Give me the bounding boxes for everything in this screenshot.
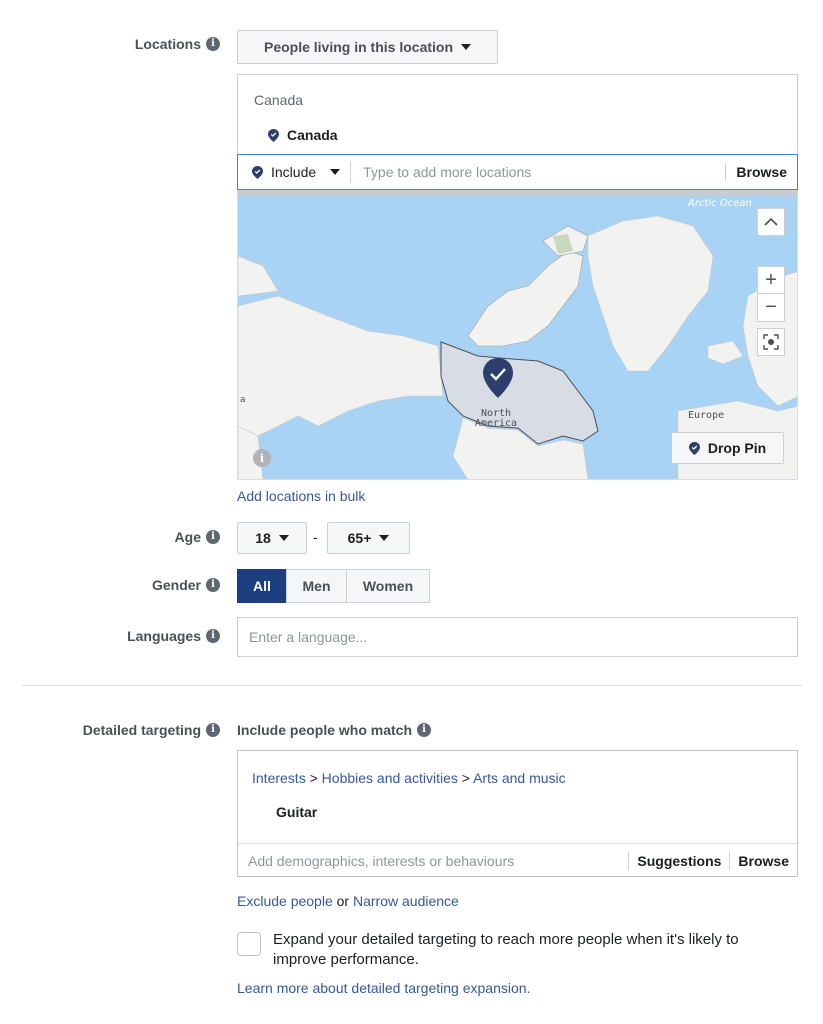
locate-icon <box>763 334 779 350</box>
gender-segmented-control: All Men Women <box>237 569 430 603</box>
info-icon[interactable]: i <box>206 578 220 592</box>
chevron-up-icon <box>764 217 778 226</box>
caret-down-icon <box>330 169 341 175</box>
location-mode-label: People living in this location <box>263 39 454 55</box>
languages-label: Languages i <box>127 628 220 644</box>
map-ocean-label: Arctic Ocean <box>687 198 752 209</box>
plus-icon: + <box>765 268 777 291</box>
expand-targeting-checkbox[interactable] <box>237 932 261 956</box>
browse-locations-button[interactable]: Browse <box>725 163 797 181</box>
age-max-dropdown[interactable]: 65+ <box>327 522 410 554</box>
gender-option-women[interactable]: Women <box>346 569 430 603</box>
add-locations-bulk-link[interactable]: Add locations in bulk <box>237 488 365 504</box>
age-min-value: 18 <box>255 530 271 546</box>
targeting-search-bar: Add demographics, interests or behaviour… <box>238 843 797 877</box>
location-search-input[interactable]: Type to add more locations <box>351 164 725 180</box>
targeting-search-input[interactable]: Add demographics, interests or behaviour… <box>238 853 628 869</box>
location-pin-icon <box>252 165 263 179</box>
include-heading-text: Include people who match <box>237 722 413 738</box>
gender-option-all[interactable]: All <box>237 569 287 603</box>
breadcrumb-hobbies[interactable]: Hobbies and activities <box>322 770 458 786</box>
selected-locations-box: Canada Canada <box>237 74 798 154</box>
learn-more-link[interactable]: Learn more about detailed targeting expa… <box>237 980 530 996</box>
map-locate-button[interactable] <box>757 328 785 356</box>
map-europe-label: Europe <box>688 410 724 421</box>
detailed-targeting-label: Detailed targeting i <box>83 722 220 738</box>
locations-label: Locations i <box>135 36 220 52</box>
location-group-header: Canada <box>254 92 304 108</box>
include-dropdown[interactable]: Include <box>238 161 352 183</box>
map-region-label-line2: America <box>475 418 517 429</box>
location-map[interactable]: North America Europe Arctic Ocean a i + … <box>237 190 798 480</box>
caret-down-icon <box>278 535 289 541</box>
gender-label: Gender i <box>152 577 220 593</box>
info-icon[interactable]: i <box>206 530 220 544</box>
suggestions-button[interactable]: Suggestions <box>628 851 729 870</box>
location-search-bar: Include Type to add more locations Brows… <box>237 154 798 190</box>
gender-option-men[interactable]: Men <box>286 569 347 603</box>
or-text: or <box>336 893 350 909</box>
location-pin-icon <box>268 128 279 142</box>
map-collapse-button[interactable] <box>757 208 785 236</box>
breadcrumb-interests[interactable]: Interests <box>252 770 306 786</box>
map-zoom-in-button[interactable]: + <box>757 266 785 294</box>
include-label: Include <box>271 164 317 180</box>
breadcrumb-separator: > <box>309 770 318 786</box>
locations-label-text: Locations <box>134 36 201 52</box>
section-divider <box>22 685 802 686</box>
age-label-text: Age <box>174 529 201 545</box>
selected-location-canada[interactable]: Canada <box>268 127 338 143</box>
caret-down-icon <box>461 44 472 50</box>
map-zoom-out-button[interactable]: − <box>757 294 785 322</box>
expand-targeting-line1: Expand your detailed targeting to reach … <box>273 931 739 948</box>
svg-text:i: i <box>260 452 264 465</box>
language-input[interactable]: Enter a language... <box>237 617 798 657</box>
narrow-audience-link[interactable]: Narrow audience <box>353 893 459 909</box>
minus-icon: − <box>765 296 777 318</box>
exclude-narrow-line: Exclude people or Narrow audience <box>237 893 459 909</box>
detailed-targeting-label-text: Detailed targeting <box>82 722 201 738</box>
info-icon[interactable]: i <box>417 723 432 737</box>
breadcrumb-arts-music[interactable]: Arts and music <box>473 770 566 786</box>
drop-pin-label: Drop Pin <box>707 440 767 456</box>
age-min-dropdown[interactable]: 18 <box>237 522 307 554</box>
gender-label-text: Gender <box>151 577 201 593</box>
exclude-people-link[interactable]: Exclude people <box>237 893 333 909</box>
targeting-breadcrumb: Interests > Hobbies and activities > Art… <box>252 770 566 786</box>
languages-label-text: Languages <box>127 628 201 644</box>
selected-interest-guitar[interactable]: Guitar <box>276 804 317 820</box>
detailed-targeting-box: Interests > Hobbies and activities > Art… <box>237 750 798 877</box>
include-heading: Include people who match i <box>237 722 432 738</box>
drop-pin-button[interactable]: Drop Pin <box>671 432 784 464</box>
expand-targeting-text: Expand your detailed targeting to reach … <box>273 930 739 970</box>
location-mode-dropdown[interactable]: People living in this location <box>237 30 498 64</box>
age-max-value: 65+ <box>347 530 372 546</box>
selected-location-label: Canada <box>287 127 338 143</box>
info-icon[interactable]: i <box>206 723 220 737</box>
expand-targeting-line2: improve performance. <box>273 951 419 968</box>
location-pin-icon <box>688 441 700 455</box>
age-separator: - <box>313 529 318 545</box>
info-icon[interactable]: i <box>206 37 220 51</box>
caret-down-icon <box>379 535 390 541</box>
map-edge-label: a <box>240 395 246 405</box>
age-label: Age i <box>175 529 220 545</box>
info-icon[interactable]: i <box>206 629 220 643</box>
breadcrumb-separator: > <box>461 770 470 786</box>
browse-targeting-button[interactable]: Browse <box>729 851 797 870</box>
